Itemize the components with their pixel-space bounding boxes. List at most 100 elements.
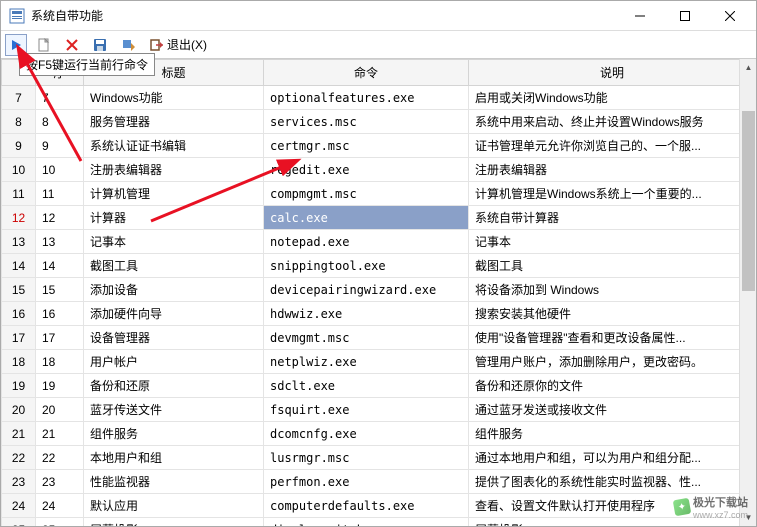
cell-title[interactable]: 添加设备 <box>84 278 264 302</box>
cell-cmd[interactable]: sdclt.exe <box>264 374 469 398</box>
cell-title[interactable]: 计算器 <box>84 206 264 230</box>
cell-seq[interactable]: 13 <box>36 230 84 254</box>
cell-seq[interactable]: 14 <box>36 254 84 278</box>
cell-desc[interactable]: 系统中用来启动、终止并设置Windows服务 <box>469 110 756 134</box>
cell-cmd[interactable]: lusrmgr.msc <box>264 446 469 470</box>
cell-seq[interactable]: 21 <box>36 422 84 446</box>
cell-cmd[interactable]: compmgmt.msc <box>264 182 469 206</box>
cell-title[interactable]: 备份和还原 <box>84 374 264 398</box>
cell-desc[interactable]: 使用"设备管理器"查看和更改设备属性... <box>469 326 756 350</box>
cell-title[interactable]: 组件服务 <box>84 422 264 446</box>
cell-title[interactable]: 默认应用 <box>84 494 264 518</box>
cell-seq[interactable]: 18 <box>36 350 84 374</box>
cell-desc[interactable]: 计算机管理是Windows系统上一个重要的... <box>469 182 756 206</box>
cell-cmd[interactable]: regedit.exe <box>264 158 469 182</box>
table-row[interactable]: 2424默认应用computerdefaults.exe查看、设置文件默认打开使… <box>2 494 756 518</box>
cell-cmd[interactable]: services.msc <box>264 110 469 134</box>
table-row[interactable]: 1313记事本notepad.exe记事本 <box>2 230 756 254</box>
cell-title[interactable]: 性能监视器 <box>84 470 264 494</box>
table-row[interactable]: 1515添加设备devicepairingwizard.exe将设备添加到 Wi… <box>2 278 756 302</box>
cell-title[interactable]: 注册表编辑器 <box>84 158 264 182</box>
table-row[interactable]: 1818用户帐户netplwiz.exe管理用户账户，添加删除用户，更改密码。 <box>2 350 756 374</box>
cell-seq[interactable]: 9 <box>36 134 84 158</box>
cell-seq[interactable]: 11 <box>36 182 84 206</box>
table-row[interactable]: 77Windows功能optionalfeatures.exe启用或关闭Wind… <box>2 86 756 110</box>
table-row[interactable]: 1212计算器calc.exe系统自带计算器 <box>2 206 756 230</box>
cell-desc[interactable]: 将设备添加到 Windows <box>469 278 756 302</box>
cell-seq[interactable]: 12 <box>36 206 84 230</box>
cell-cmd[interactable]: computerdefaults.exe <box>264 494 469 518</box>
cell-title[interactable]: 添加硬件向导 <box>84 302 264 326</box>
cell-cmd[interactable]: perfmon.exe <box>264 470 469 494</box>
cell-cmd[interactable]: hdwwiz.exe <box>264 302 469 326</box>
cell-cmd[interactable]: displayswitch.exe <box>264 518 469 527</box>
table-row[interactable]: 1616添加硬件向导hdwwiz.exe搜索安装其他硬件 <box>2 302 756 326</box>
cell-desc[interactable]: 注册表编辑器 <box>469 158 756 182</box>
cell-desc[interactable]: 备份和还原你的文件 <box>469 374 756 398</box>
cell-title[interactable]: 设备管理器 <box>84 326 264 350</box>
table-row[interactable]: 2020蓝牙传送文件fsquirt.exe通过蓝牙发送或接收文件 <box>2 398 756 422</box>
table-row[interactable]: 2525屏幕投影displayswitch.exe屏幕投影 <box>2 518 756 527</box>
cell-title[interactable]: 本地用户和组 <box>84 446 264 470</box>
cell-cmd[interactable]: fsquirt.exe <box>264 398 469 422</box>
cell-seq[interactable]: 7 <box>36 86 84 110</box>
table-row[interactable]: 1717设备管理器devmgmt.msc使用"设备管理器"查看和更改设备属性..… <box>2 326 756 350</box>
cell-seq[interactable]: 15 <box>36 278 84 302</box>
cell-seq[interactable]: 16 <box>36 302 84 326</box>
table-row[interactable]: 2222本地用户和组lusrmgr.msc通过本地用户和组，可以为用户和组分配.… <box>2 446 756 470</box>
cell-seq[interactable]: 22 <box>36 446 84 470</box>
minimize-button[interactable] <box>617 2 662 30</box>
table-row[interactable]: 1111计算机管理compmgmt.msc计算机管理是Windows系统上一个重… <box>2 182 756 206</box>
table-row[interactable]: 99系统认证证书编辑certmgr.msc证书管理单元允许你浏览自己的、一个服.… <box>2 134 756 158</box>
cell-title[interactable]: Windows功能 <box>84 86 264 110</box>
cell-seq[interactable]: 23 <box>36 470 84 494</box>
cell-cmd[interactable]: optionalfeatures.exe <box>264 86 469 110</box>
cell-cmd[interactable]: certmgr.msc <box>264 134 469 158</box>
cell-cmd[interactable]: snippingtool.exe <box>264 254 469 278</box>
cell-seq[interactable]: 8 <box>36 110 84 134</box>
scroll-thumb[interactable] <box>742 111 755 291</box>
cell-desc[interactable]: 记事本 <box>469 230 756 254</box>
header-desc[interactable]: 说明 <box>469 60 756 86</box>
cell-title[interactable]: 服务管理器 <box>84 110 264 134</box>
cell-desc[interactable]: 证书管理单元允许你浏览自己的、一个服... <box>469 134 756 158</box>
vertical-scrollbar[interactable]: ▲ ▼ <box>739 59 756 526</box>
cell-cmd[interactable]: dcomcnfg.exe <box>264 422 469 446</box>
cell-seq[interactable]: 19 <box>36 374 84 398</box>
cell-desc[interactable]: 启用或关闭Windows功能 <box>469 86 756 110</box>
table-row[interactable]: 2121组件服务dcomcnfg.exe组件服务 <box>2 422 756 446</box>
cell-seq[interactable]: 17 <box>36 326 84 350</box>
cell-desc[interactable]: 管理用户账户，添加删除用户，更改密码。 <box>469 350 756 374</box>
cell-desc[interactable]: 通过本地用户和组，可以为用户和组分配... <box>469 446 756 470</box>
cell-desc[interactable]: 截图工具 <box>469 254 756 278</box>
close-button[interactable] <box>707 2 752 30</box>
cell-desc[interactable]: 组件服务 <box>469 422 756 446</box>
cell-title[interactable]: 系统认证证书编辑 <box>84 134 264 158</box>
cell-title[interactable]: 计算机管理 <box>84 182 264 206</box>
cell-cmd[interactable]: calc.exe <box>264 206 469 230</box>
cell-title[interactable]: 记事本 <box>84 230 264 254</box>
cell-title[interactable]: 截图工具 <box>84 254 264 278</box>
table-row[interactable]: 1010注册表编辑器regedit.exe注册表编辑器 <box>2 158 756 182</box>
table-row[interactable]: 2323性能监视器perfmon.exe提供了图表化的系统性能实时监视器、性..… <box>2 470 756 494</box>
cell-title[interactable]: 用户帐户 <box>84 350 264 374</box>
cell-title[interactable]: 蓝牙传送文件 <box>84 398 264 422</box>
cell-title[interactable]: 屏幕投影 <box>84 518 264 527</box>
cell-desc[interactable]: 系统自带计算器 <box>469 206 756 230</box>
cell-cmd[interactable]: notepad.exe <box>264 230 469 254</box>
cell-seq[interactable]: 10 <box>36 158 84 182</box>
cell-seq[interactable]: 20 <box>36 398 84 422</box>
scroll-up-button[interactable]: ▲ <box>740 59 756 76</box>
table-row[interactable]: 1414截图工具snippingtool.exe截图工具 <box>2 254 756 278</box>
table-row[interactable]: 1919备份和还原sdclt.exe备份和还原你的文件 <box>2 374 756 398</box>
cell-desc[interactable]: 通过蓝牙发送或接收文件 <box>469 398 756 422</box>
cell-cmd[interactable]: netplwiz.exe <box>264 350 469 374</box>
data-grid[interactable]: 序 标题 命令 说明 77Windows功能optionalfeatures.e… <box>1 59 756 526</box>
cell-desc[interactable]: 提供了图表化的系统性能实时监视器、性... <box>469 470 756 494</box>
cell-cmd[interactable]: devmgmt.msc <box>264 326 469 350</box>
maximize-button[interactable] <box>662 2 707 30</box>
table-row[interactable]: 88服务管理器services.msc系统中用来启动、终止并设置Windows服… <box>2 110 756 134</box>
cell-seq[interactable]: 24 <box>36 494 84 518</box>
exit-button[interactable]: 退出(X) <box>145 34 212 56</box>
cell-seq[interactable]: 25 <box>36 518 84 527</box>
